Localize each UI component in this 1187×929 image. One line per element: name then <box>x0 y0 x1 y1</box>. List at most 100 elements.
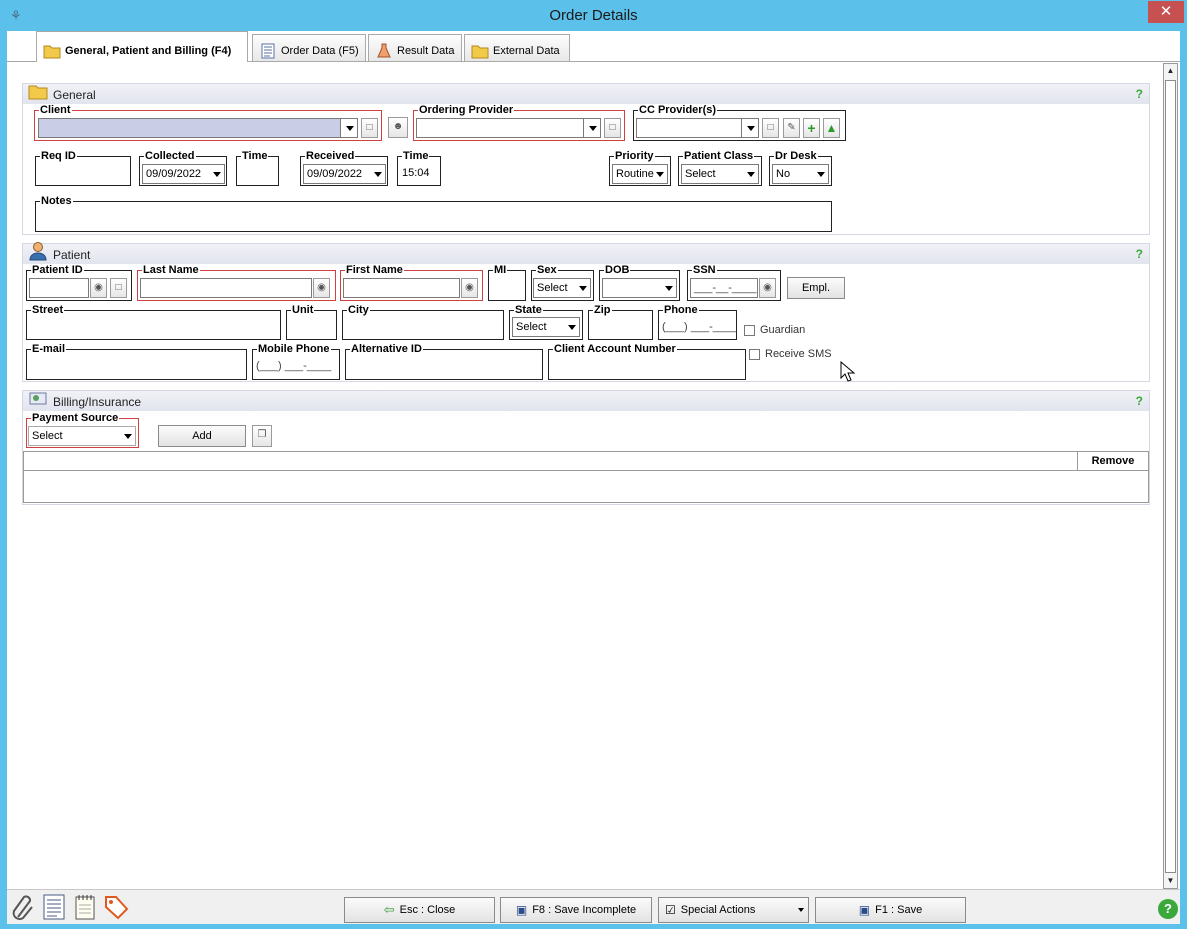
notes-label: Notes <box>40 195 73 207</box>
eye-icon[interactable]: ◉ <box>313 278 330 298</box>
help-icon[interactable]: ? <box>1136 247 1143 261</box>
ssn-input[interactable]: ___-__-____ <box>690 278 758 298</box>
patient-section-header <box>23 244 1149 264</box>
chevron-down-icon <box>817 172 825 177</box>
collected-date-value: 09/09/2022 <box>146 168 202 180</box>
help-icon[interactable]: ? <box>1136 394 1143 408</box>
priority-select[interactable]: Routine <box>612 164 668 184</box>
city-group: City <box>342 304 504 340</box>
edit-icon[interactable]: ✎ <box>783 118 800 138</box>
time1-input[interactable] <box>238 164 276 184</box>
copy-document-icon[interactable]: ❐ <box>252 425 272 447</box>
ordering-provider-input[interactable] <box>416 118 600 138</box>
ordering-provider-dropdown-button[interactable] <box>583 118 601 138</box>
payment-table-header <box>24 452 1148 471</box>
document-lines-icon[interactable] <box>41 893 67 921</box>
tab-order-data[interactable]: Order Data (F5) <box>252 34 366 61</box>
person-search-icon[interactable]: ☻ <box>388 117 408 138</box>
first-name-input[interactable] <box>343 278 460 298</box>
guardian-checkbox[interactable] <box>744 325 755 336</box>
billing-section-title: Billing/Insurance <box>53 395 142 409</box>
time2-label: Time <box>402 150 430 162</box>
window-frame-bottom <box>0 924 1187 929</box>
priority-value: Routine <box>616 168 654 180</box>
payment-source-label: Payment Source <box>31 412 120 424</box>
scrollbar-thumb[interactable] <box>1165 80 1176 873</box>
collected-date-picker[interactable]: 09/09/2022 <box>142 164 225 184</box>
general-section-header <box>23 84 1149 104</box>
scroll-down-arrow-icon[interactable]: ▼ <box>1165 874 1176 888</box>
patient-id-input[interactable] <box>29 278 89 298</box>
special-actions-button[interactable]: ☑ Special Actions <box>658 897 809 923</box>
add-button[interactable]: Add <box>158 425 246 447</box>
eye-icon[interactable]: ◉ <box>461 278 478 298</box>
list-document-icon <box>261 43 275 58</box>
mi-input[interactable] <box>490 278 524 298</box>
special-actions-label: Special Actions <box>680 904 756 916</box>
checklist-icon: ☑ <box>665 903 676 917</box>
client-dropdown-button[interactable] <box>340 118 358 138</box>
payment-source-select[interactable]: Select <box>28 426 136 446</box>
close-esc-button[interactable]: ⇦ Esc : Close <box>344 897 495 923</box>
mobile-phone-input[interactable]: (___) ___-____ <box>254 357 338 377</box>
sex-label: Sex <box>536 264 558 276</box>
patient-class-select[interactable]: Select <box>681 164 759 184</box>
save-incomplete-button[interactable]: ▣ F8 : Save Incomplete <box>500 897 652 923</box>
last-name-input[interactable] <box>140 278 312 298</box>
dr-desk-label: Dr Desk <box>774 150 818 162</box>
person-icon <box>29 242 47 261</box>
tag-icon[interactable] <box>103 893 129 921</box>
time2-input[interactable]: 15:04 <box>399 164 439 184</box>
close-button[interactable]: ✕ <box>1148 1 1184 23</box>
chevron-down-icon <box>656 172 664 177</box>
scroll-up-arrow-icon[interactable]: ▲ <box>1165 64 1176 78</box>
save-button[interactable]: ▣ F1 : Save <box>815 897 966 923</box>
client-input[interactable] <box>38 118 358 138</box>
patient-id-lookup-button[interactable]: □ <box>110 278 127 298</box>
cc-provider-dropdown-button[interactable] <box>741 118 759 138</box>
tab-general-patient-billing[interactable]: General, Patient and Billing (F4) <box>36 31 248 62</box>
last-name-label: Last Name <box>142 264 200 276</box>
phone-input[interactable]: (___) ___-____ <box>660 318 736 338</box>
street-group: Street <box>26 304 281 340</box>
eye-icon[interactable]: ◉ <box>90 278 107 298</box>
tab-external-data[interactable]: External Data <box>464 34 570 61</box>
notes-input[interactable] <box>38 209 828 229</box>
guardian-label: Guardian <box>760 324 806 336</box>
chevron-down-icon <box>213 172 221 177</box>
email-group: E-mail <box>26 343 247 380</box>
client-lookup-button[interactable]: □ <box>361 118 378 138</box>
req-id-input[interactable] <box>38 164 126 184</box>
priority-label: Priority <box>614 150 655 162</box>
empl-button[interactable]: Empl. <box>787 277 845 299</box>
sex-select[interactable]: Select <box>533 278 591 298</box>
state-label: State <box>514 304 543 316</box>
folder-icon <box>28 85 48 100</box>
receive-sms-label: Receive SMS <box>765 348 832 360</box>
window-frame-left <box>0 31 7 929</box>
up-arrow-icon[interactable]: ▲ <box>823 118 840 138</box>
ordering-provider-lookup-button[interactable]: □ <box>604 118 621 138</box>
chevron-down-icon <box>589 126 597 131</box>
tab-result-data[interactable]: Result Data <box>368 34 462 61</box>
close-button-label: Esc : Close <box>399 904 456 916</box>
paperclip-icon[interactable] <box>10 893 36 921</box>
dob-date-picker[interactable] <box>602 278 677 298</box>
state-select[interactable]: Select <box>512 317 580 337</box>
help-icon[interactable]: ? <box>1136 87 1143 101</box>
dr-desk-select[interactable]: No <box>772 164 829 184</box>
help-icon[interactable]: ? <box>1158 899 1178 919</box>
phone-label: Phone <box>663 304 699 316</box>
notepad-icon[interactable] <box>72 893 98 921</box>
received-date-picker[interactable]: 09/09/2022 <box>303 164 386 184</box>
save-button-label: F1 : Save <box>875 904 923 916</box>
req-id-label: Req ID <box>40 150 77 162</box>
cc-provider-lookup-button[interactable]: □ <box>762 118 779 138</box>
tab-label: External Data <box>493 44 560 57</box>
add-plus-icon[interactable]: + <box>803 118 820 138</box>
eye-icon[interactable]: ◉ <box>759 278 776 298</box>
cc-provider-input[interactable] <box>636 118 758 138</box>
receive-sms-checkbox[interactable] <box>749 349 760 360</box>
zip-label: Zip <box>593 304 612 316</box>
collected-label: Collected <box>144 150 196 162</box>
